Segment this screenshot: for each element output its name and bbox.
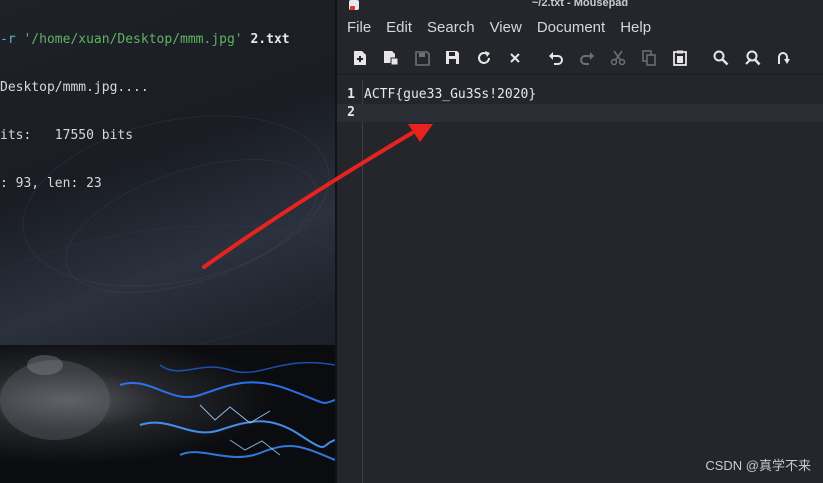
undo-button[interactable] [545,47,567,69]
csdn-watermark: CSDN @真学不来 [705,458,811,473]
go-to-line-button[interactable] [772,47,794,69]
terminal-output: -r '/home/xuan/Desktop/mmm.jpg' 2.txt De… [0,0,335,224]
menu-view[interactable]: View [490,19,522,36]
line-number: 1 [347,87,355,102]
window-titlebar[interactable]: ~/2.txt - Mousepad [337,0,823,12]
copy-icon [641,50,656,66]
new-window-icon [384,51,399,66]
paste-button[interactable] [669,47,691,69]
go-to-icon [778,52,790,64]
terminal-line: -r '/home/xuan/Desktop/mmm.jpg' 2.txt [0,32,335,48]
find-replace-icon [744,50,760,66]
mousepad-window: ~/2.txt - Mousepad File Edit Search View… [335,0,823,483]
menu-help[interactable]: Help [620,19,651,36]
new-document-icon [354,51,366,65]
menu-bar: File Edit Search View Document Help [337,12,823,42]
cut-button[interactable] [607,47,629,69]
save-as-icon [446,51,459,64]
terminal-line: : 93, len: 23 [0,176,102,191]
line-number: 2 [347,105,355,120]
lightning-graphic [0,355,335,461]
menu-document[interactable]: Document [537,19,605,36]
window-title: ~/2.txt - Mousepad [531,0,629,9]
editor-line[interactable]: 1 ACTF{gue33_Gu3Ss!2020} [337,86,823,104]
menu-edit[interactable]: Edit [386,19,412,36]
find-replace-button[interactable] [741,47,763,69]
toolbar [337,42,823,75]
cut-icon [610,50,626,66]
text-editor-area[interactable]: 1 ACTF{gue33_Gu3Ss!2020} 2 [337,80,823,483]
reload-button[interactable] [473,47,495,69]
find-button[interactable] [710,47,732,69]
redo-button[interactable] [576,47,598,69]
new-window-button[interactable] [380,47,402,69]
copy-button[interactable] [638,47,660,69]
editor-content[interactable]: 1 ACTF{gue33_Gu3Ss!2020} 2 [337,86,823,122]
menu-file[interactable]: File [347,19,371,36]
desktop-background: -r '/home/xuan/Desktop/mmm.jpg' 2.txt De… [0,0,335,483]
new-document-button[interactable] [349,47,371,69]
terminal-line: its: 17550 bits [0,128,134,143]
reload-icon [478,51,490,64]
editor-line[interactable]: 2 [337,104,823,122]
redo-icon [580,52,594,65]
save-button[interactable] [411,47,433,69]
line-text[interactable] [361,104,364,122]
paste-icon [673,50,687,66]
find-icon [713,50,729,66]
wallpaper-lightning-image [0,345,335,483]
terminal-output-file: 2.txt [242,32,290,47]
close-icon [510,53,520,63]
save-icon [414,50,430,66]
save-as-button[interactable] [442,47,464,69]
terminal-flag: -r [0,32,16,47]
line-text[interactable]: ACTF{gue33_Gu3Ss!2020} [361,86,536,104]
undo-icon [549,52,563,65]
close-document-button[interactable] [504,47,526,69]
line-number-gutter [337,80,363,483]
terminal-line: Desktop/mmm.jpg.... [0,80,149,95]
terminal-path: '/home/xuan/Desktop/mmm.jpg' [15,32,243,47]
menu-search[interactable]: Search [427,19,475,36]
